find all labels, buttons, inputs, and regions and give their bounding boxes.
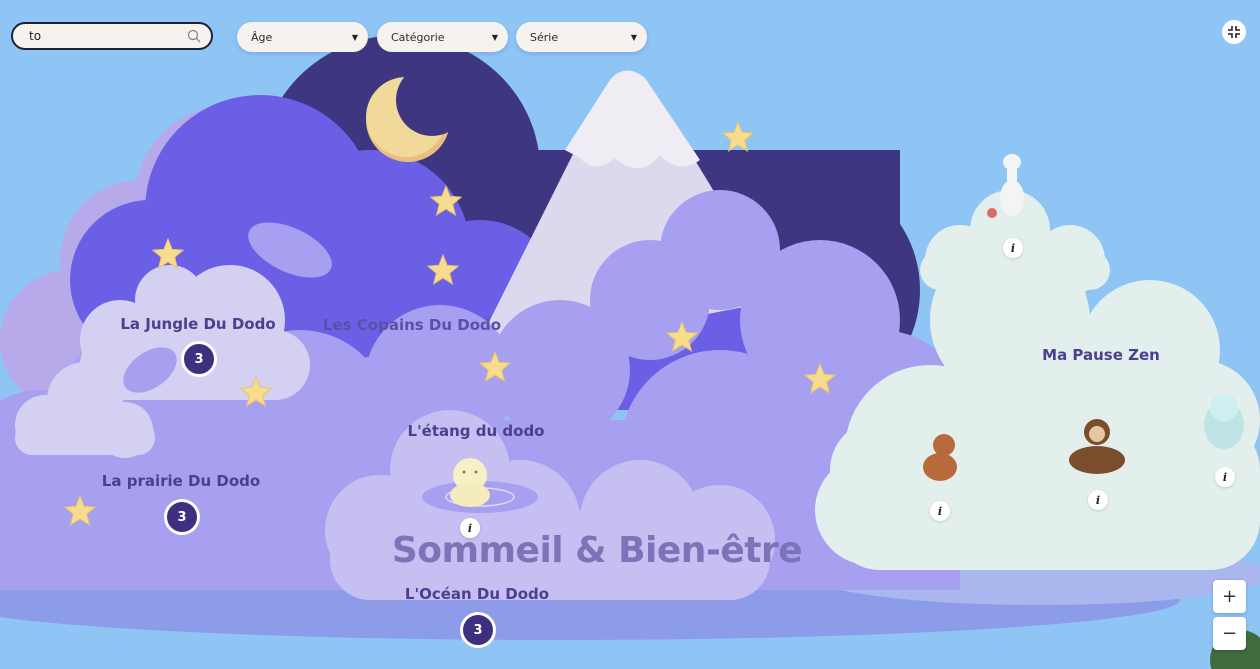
info-button-sloth[interactable]: i [1088,490,1108,510]
area-label-pause-zen[interactable]: Ma Pause Zen [1042,346,1160,364]
caret-down-icon: ▼ [630,32,637,42]
area-count-ocean[interactable]: 3 [460,612,496,648]
area-count-prairie[interactable]: 3 [164,499,200,535]
search-input[interactable] [27,28,187,44]
figurine-llama [987,154,1024,218]
area-label-etang[interactable]: L'étang du dodo [408,422,545,440]
universe-title: Sommeil & Bien-être [391,530,803,571]
series-dropdown[interactable]: Série ▼ [516,22,647,52]
area-count-jungle[interactable]: 3 [181,341,217,377]
star-icon [721,120,755,152]
series-dropdown-label: Série [530,30,559,44]
caret-down-icon: ▼ [491,32,498,42]
category-dropdown-label: Catégorie [391,30,445,44]
info-button-elephant[interactable]: i [1215,467,1235,487]
area-label-jungle[interactable]: La Jungle Du Dodo [120,315,275,333]
exit-fullscreen-button[interactable] [1222,20,1246,44]
info-button-llama[interactable]: i [1003,238,1023,258]
exit-fullscreen-icon [1228,26,1240,38]
age-dropdown[interactable]: Âge ▼ [237,22,368,52]
area-label-ocean[interactable]: L'Océan Du Dodo [405,585,549,603]
age-dropdown-label: Âge [251,30,273,44]
category-dropdown[interactable]: Catégorie ▼ [377,22,508,52]
info-button-monkey[interactable]: i [930,501,950,521]
caret-down-icon: ▼ [351,32,358,42]
zoom-in-button[interactable]: + [1213,580,1246,613]
zoom-out-button[interactable]: − [1213,617,1246,650]
search-icon[interactable] [187,29,201,43]
area-label-prairie[interactable]: La prairie Du Dodo [102,472,260,490]
area-label-copains[interactable]: Les Copains Du Dodo [323,316,501,334]
search-box[interactable] [11,22,213,50]
